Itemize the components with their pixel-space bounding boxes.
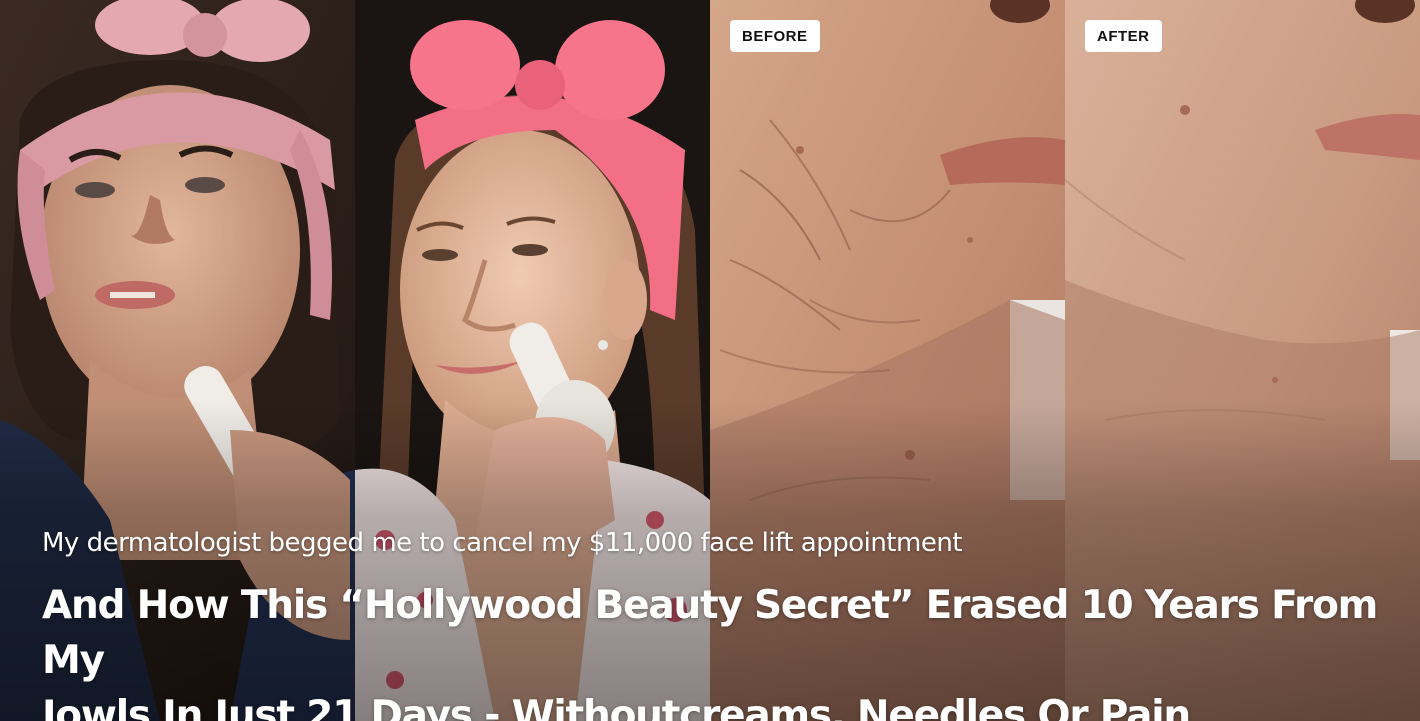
headline-line-2: Jowls In Just 21 Days - Withoutcreams, N… [42,693,1191,721]
hero-banner: BEFORE AFTER My dermatologist begged me … [0,0,1420,721]
hero-caption: My dermatologist begged me to cancel my … [42,526,1382,721]
before-badge: BEFORE [730,20,820,52]
after-badge: AFTER [1085,20,1162,52]
subheadline: My dermatologist begged me to cancel my … [42,528,963,558]
headline-line-1: And How This “Hollywood Beauty Secret” E… [42,583,1378,683]
headline: And How This “Hollywood Beauty Secret” E… [42,578,1382,721]
